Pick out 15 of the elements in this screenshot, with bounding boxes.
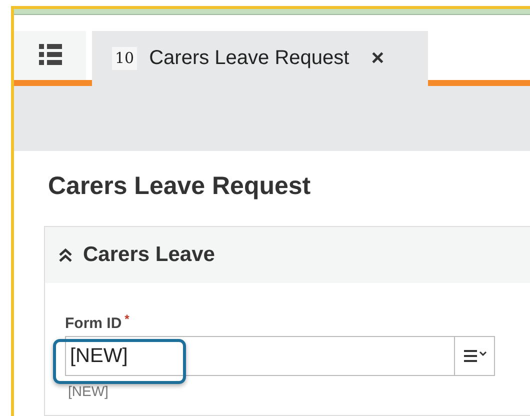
tab-title: Carers Leave Request <box>149 46 350 72</box>
field-label: Form ID <box>65 314 122 334</box>
close-button[interactable]: × <box>371 47 384 70</box>
field-value: [NEW] <box>69 344 129 370</box>
page-title: Carers Leave Request <box>48 171 312 202</box>
required-mark: * <box>124 312 130 325</box>
section-title: Carers Leave <box>83 242 215 268</box>
list-icon <box>38 44 62 66</box>
form-id-field[interactable]: [NEW] <box>65 336 495 376</box>
list-dropdown-icon <box>462 349 486 364</box>
tab-number: 10 <box>112 47 138 70</box>
menu-button[interactable] <box>14 30 86 80</box>
section-header[interactable]: Carers Leave <box>45 226 530 283</box>
tab[interactable]: 10 Carers Leave Request × <box>92 30 428 86</box>
field-hint: [NEW] <box>68 383 108 400</box>
